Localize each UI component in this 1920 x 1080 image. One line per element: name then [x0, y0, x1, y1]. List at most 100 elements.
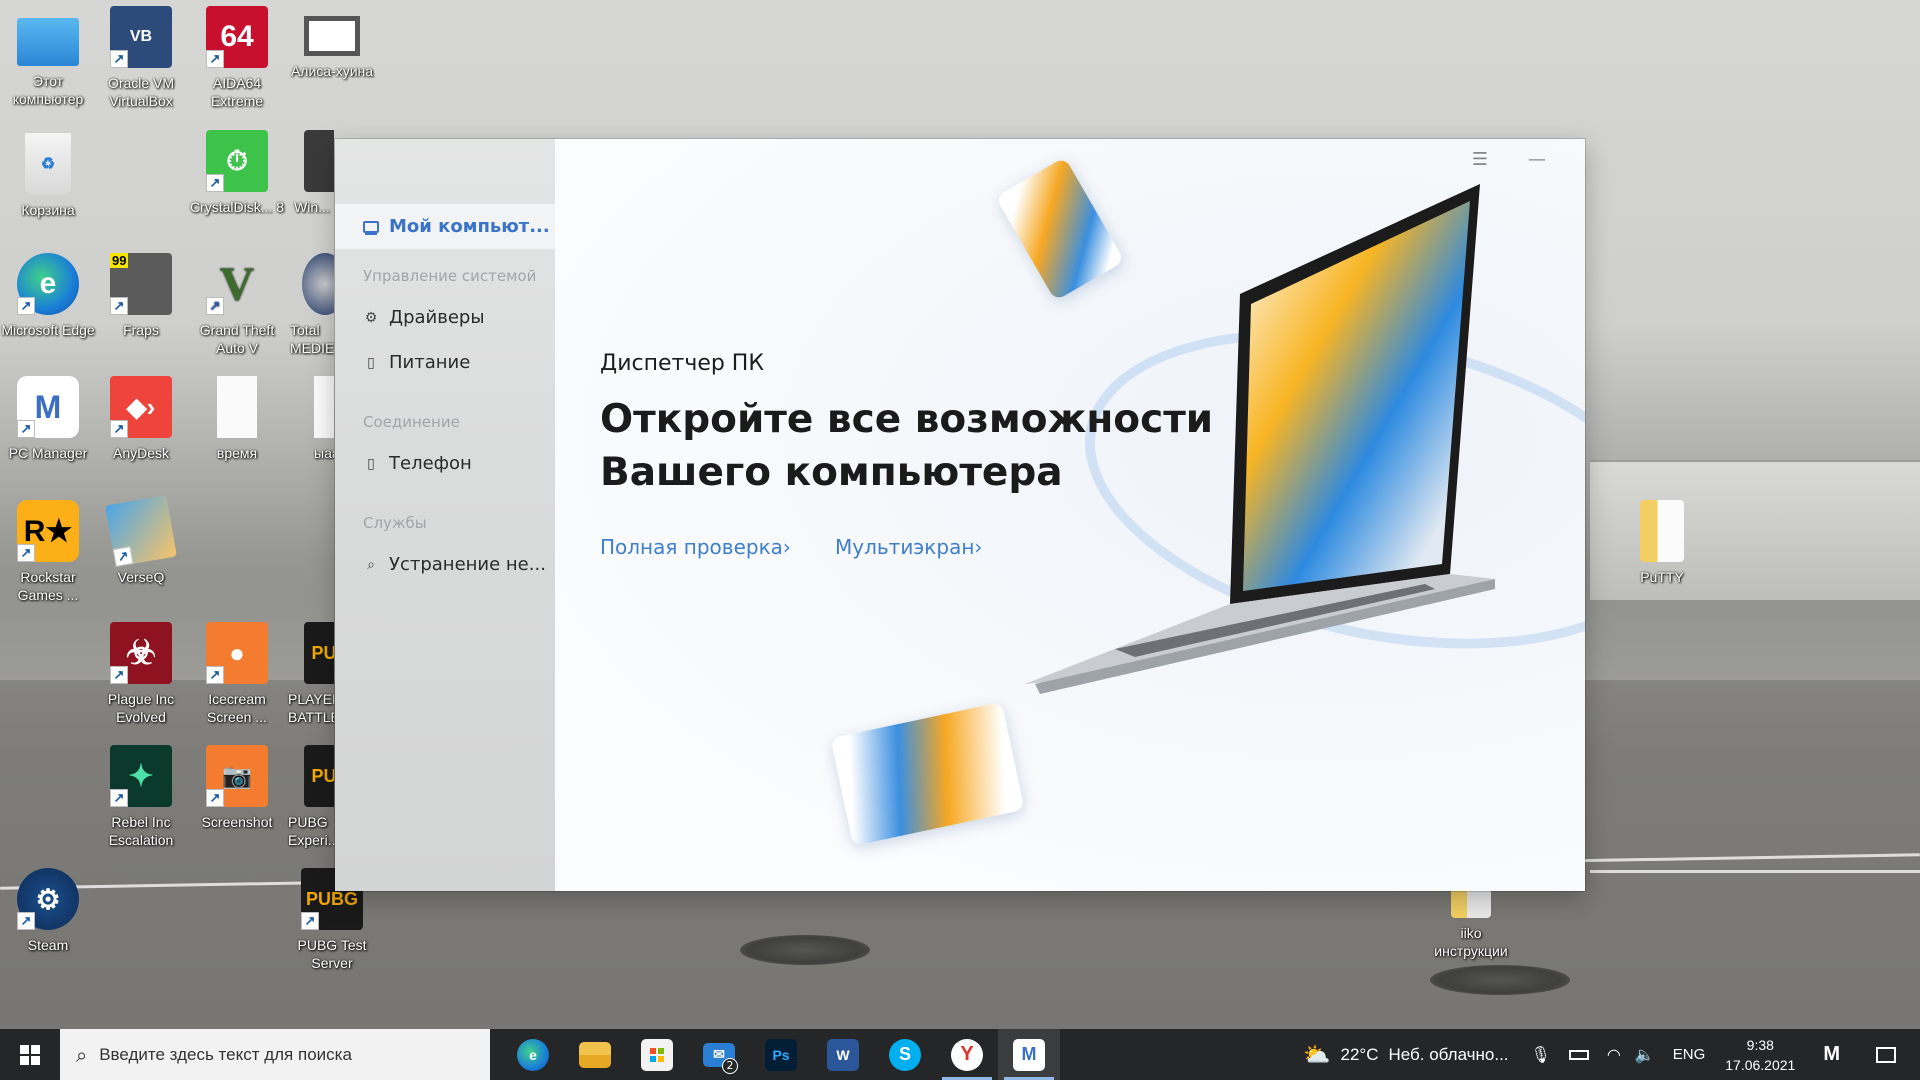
pc-manager-icon: M	[1013, 1038, 1045, 1071]
edge-icon: e	[517, 1038, 549, 1071]
mail-badge: 2	[722, 1058, 738, 1074]
desktop-icon-recycle-bin[interactable]: ♻ Корзина	[0, 133, 96, 219]
laptop-icon	[363, 220, 379, 233]
desktop-icon-aida64[interactable]: 64 ↗ AIDA64 Extreme	[189, 6, 285, 110]
windows-logo-icon	[20, 1044, 40, 1065]
desktop-icon-pc-manager[interactable]: M ↗ PC Manager	[0, 376, 96, 462]
photoshop-icon: Ps	[765, 1038, 797, 1071]
text-file-icon	[217, 376, 257, 438]
desktop-icon-pubg-experimental[interactable]: PU PUBG Experi...	[284, 745, 334, 849]
wallpaper-manhole	[740, 935, 870, 965]
sidebar-item-phone[interactable]: ▯ Телефон	[363, 453, 472, 474]
minimize-button[interactable]: —	[1517, 145, 1557, 173]
desktop-icon-gta[interactable]: V ↗ Grand Theft Auto V	[189, 253, 285, 357]
desktop-icon-verseq[interactable]: ↗ VerseQ	[93, 495, 189, 586]
taskbar-app-word[interactable]: W	[812, 1029, 874, 1080]
partly-cloudy-icon: ⛅	[1303, 1041, 1331, 1067]
taskbar-app-pc-manager[interactable]: M	[998, 1029, 1060, 1080]
shortcut-arrow-icon: ↗	[206, 50, 224, 68]
start-button[interactable]	[0, 1029, 60, 1080]
recycle-bin-icon: ♻	[25, 133, 71, 195]
desktop-icon-total-war[interactable]: Total MEDIEV...	[284, 253, 334, 357]
virtualbox-icon: VB ↗	[110, 6, 172, 68]
desktop-icon-virtualbox[interactable]: VB ↗ Oracle VM VirtualBox	[93, 6, 189, 110]
system-tray: ⛅ 22°C Неб. облачно... 🎙 ◠ 🔈 ENG 9:38 17…	[1303, 1029, 1920, 1080]
search-icon: ⌕	[367, 556, 375, 573]
sidebar-item-my-computer[interactable]: Мой компьют...	[335, 204, 555, 249]
sidebar-item-troubleshoot[interactable]: ⌕ Устранение не...	[363, 554, 546, 575]
desktop-icon-text-file-2[interactable]: ыаа	[284, 376, 334, 462]
desktop-icon-putty[interactable]: PuTTY	[1614, 500, 1710, 586]
desktop-icon-rebel-inc[interactable]: ✦ ↗ Rebel Inc Escalation	[93, 745, 189, 849]
sidebar: Мой компьют... Управление системой ⚙ Дра…	[335, 139, 555, 891]
desktop-icon-winrar[interactable]: Win...	[284, 130, 334, 216]
desktop-icon-screenshot[interactable]: 📷 ↗ Screenshot	[189, 745, 285, 831]
pc-manager-window: Мой компьют... Управление системой ⚙ Дра…	[335, 139, 1585, 891]
video-file-icon	[304, 16, 360, 56]
shortcut-arrow-icon: ↗	[206, 666, 224, 684]
taskbar-app-mail[interactable]: ✉ 2	[688, 1029, 750, 1080]
wallpaper-manhole	[1430, 965, 1570, 995]
wallpaper-road-line	[1590, 870, 1920, 873]
volume-icon[interactable]: 🔈	[1635, 1045, 1655, 1065]
taskbar-search-input[interactable]: ⌕ Введите здесь текст для поиска	[60, 1029, 490, 1080]
sidebar-section-services: Службы	[363, 514, 427, 532]
icecream-icon: ● ↗	[206, 622, 268, 684]
pc-manager-tray-icon[interactable]: M	[1823, 1043, 1840, 1066]
plague-icon: ☣ ↗	[110, 622, 172, 684]
multiscreen-link[interactable]: Мультиэкран›	[835, 535, 982, 559]
desktop-icon-icecream[interactable]: ● ↗ Icecream Screen ...	[189, 622, 285, 726]
wifi-icon[interactable]: ◠	[1607, 1045, 1621, 1065]
store-icon	[641, 1038, 673, 1071]
desktop-icon-edge[interactable]: e ↗ Microsoft Edge	[0, 253, 96, 339]
winrar-icon	[304, 130, 334, 192]
full-check-link[interactable]: Полная проверка›	[600, 535, 791, 559]
edge-icon: e ↗	[17, 253, 79, 315]
phone-icon: ▯	[367, 455, 375, 472]
chip-icon: ⚙	[364, 309, 378, 326]
shortcut-arrow-icon: ↗	[206, 789, 224, 807]
skype-icon: S	[889, 1038, 921, 1071]
desktop-icon-pubg[interactable]: PU PLAYER... BATTLE...	[284, 622, 334, 726]
desktop-icon-plague-inc[interactable]: ☣ ↗ Plague Inc Evolved	[93, 622, 189, 726]
desktop-icon-this-pc[interactable]: Этот компьютер	[0, 10, 96, 108]
desktop-icon-fraps[interactable]: 99 ↗ Fraps	[93, 253, 189, 339]
taskbar-app-photoshop[interactable]: Ps	[750, 1029, 812, 1080]
clock[interactable]: 9:38 17.06.2021	[1725, 1035, 1795, 1075]
computer-icon	[17, 18, 79, 66]
taskbar-app-yandex[interactable]: Y	[936, 1029, 998, 1080]
desktop-icon-steam[interactable]: ⚙ ↗ Steam	[0, 868, 96, 954]
desktop-icon-text-file[interactable]: время	[189, 376, 285, 462]
desktop-icon-rockstar[interactable]: R★ ↗ Rockstar Games ...	[0, 500, 96, 604]
taskbar-app-explorer[interactable]	[564, 1029, 626, 1080]
taskbar-app-edge[interactable]: e	[502, 1029, 564, 1080]
sidebar-section-system: Управление системой	[363, 267, 537, 285]
fraps-icon: 99 ↗	[110, 253, 172, 315]
screenshot-icon: 📷 ↗	[206, 745, 268, 807]
desktop-icon-video-file[interactable]: Алиса-хуина	[284, 16, 380, 80]
microphone-icon[interactable]: 🎙	[1531, 1045, 1551, 1065]
close-button[interactable]: ✕	[1575, 145, 1585, 173]
menu-button[interactable]: ☰	[1460, 145, 1500, 173]
notifications-icon[interactable]	[1876, 1046, 1896, 1063]
steam-icon: ⚙ ↗	[17, 868, 79, 930]
battery-icon[interactable]	[1568, 1049, 1589, 1060]
desktop-icon-crystaldisk[interactable]: ⏱ ↗ CrystalDisk... 8	[189, 130, 285, 216]
shortcut-arrow-icon: ↗	[17, 297, 35, 315]
verseq-icon: ↗	[105, 495, 177, 567]
shortcut-arrow-icon: ↗	[301, 912, 319, 930]
desktop-icon-anydesk[interactable]: ◆› ↗ AnyDesk	[93, 376, 189, 462]
taskbar-app-skype[interactable]: S	[874, 1029, 936, 1080]
sidebar-item-drivers[interactable]: ⚙ Драйверы	[363, 307, 485, 328]
chevron-right-icon: ›	[782, 535, 791, 559]
language-indicator[interactable]: ENG	[1673, 1046, 1706, 1063]
aida64-icon: 64 ↗	[206, 6, 268, 68]
shortcut-arrow-icon: ↗	[17, 420, 35, 438]
taskbar-app-store[interactable]	[626, 1029, 688, 1080]
shortcut-arrow-icon: ↗	[17, 544, 35, 562]
sidebar-item-power[interactable]: ▯ Питание	[363, 352, 470, 373]
yandex-icon: Y	[951, 1038, 983, 1071]
weather-widget[interactable]: ⛅ 22°C Неб. облачно...	[1303, 1042, 1508, 1068]
anydesk-icon: ◆› ↗	[110, 376, 172, 438]
main-panel: ☰ — ✕ Диспетчер ПК Откройте все возможно…	[555, 139, 1585, 891]
